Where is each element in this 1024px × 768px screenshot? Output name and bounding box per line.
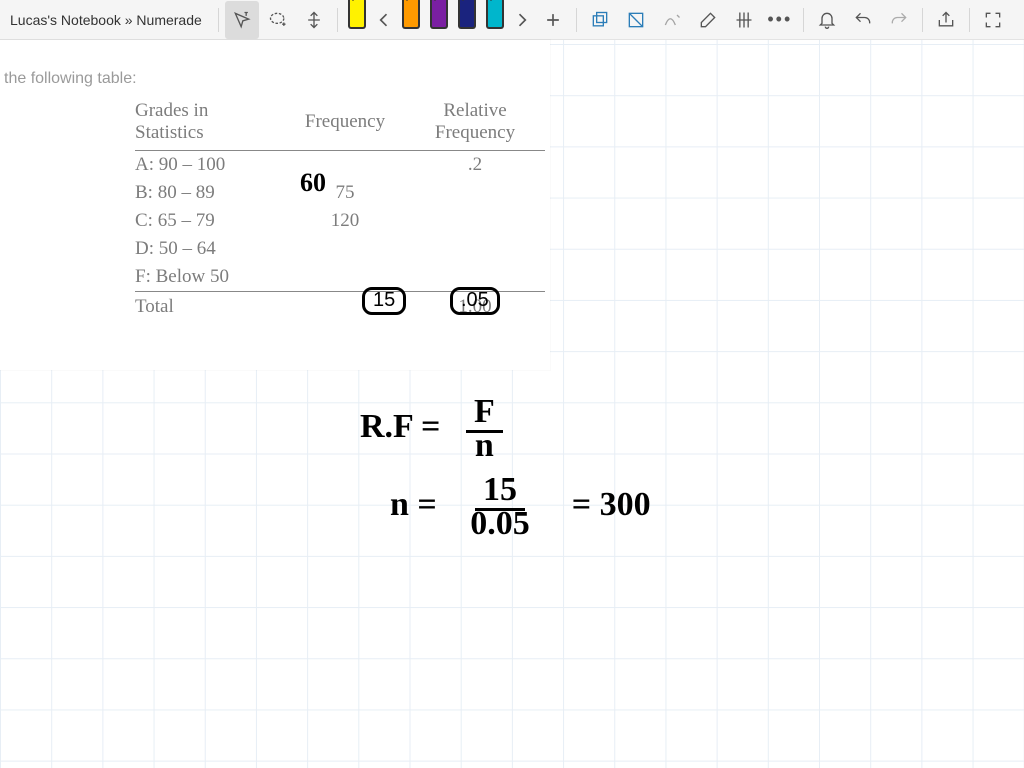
col-frequency-header: Frequency — [280, 111, 410, 133]
separator — [576, 8, 577, 32]
bell-icon[interactable] — [810, 1, 844, 39]
work-rf-label: R.F = — [360, 408, 440, 445]
rect-stack-icon[interactable] — [583, 1, 617, 39]
canvas[interactable]: the following table: Grades inStatistics… — [0, 40, 1024, 768]
highlighter-purple[interactable] — [426, 1, 452, 39]
chevron-left-icon[interactable] — [372, 1, 396, 39]
col-grades-header: Grades inStatistics — [135, 100, 280, 144]
highlighter-yellow[interactable] — [344, 1, 370, 39]
handwritten-work: R.F = F n n = 15 0.05 = 300 — [360, 395, 651, 541]
cursor-text-icon[interactable] — [225, 1, 259, 39]
highlighter-navy[interactable] — [454, 1, 480, 39]
chevron-right-icon[interactable] — [510, 1, 534, 39]
undo-icon[interactable] — [846, 1, 880, 39]
note-icon[interactable] — [619, 1, 653, 39]
eraser-icon[interactable] — [691, 1, 725, 39]
circled-relfreq-f: .05 — [450, 287, 500, 315]
separator — [969, 8, 970, 32]
problem-slide: the following table: Grades inStatistics… — [0, 40, 550, 370]
separator — [218, 8, 219, 32]
table-row: C: 65 – 79120 — [135, 207, 545, 235]
ink-recognize-icon[interactable] — [655, 1, 689, 39]
separator — [922, 8, 923, 32]
redo-icon[interactable] — [882, 1, 916, 39]
more-icon[interactable]: ••• — [763, 1, 797, 39]
table-row: A: 90 – 100.2 — [135, 151, 545, 179]
pan-vertical-icon[interactable] — [297, 1, 331, 39]
lasso-add-icon[interactable] — [261, 1, 295, 39]
plus-icon[interactable] — [536, 1, 570, 39]
separator — [803, 8, 804, 32]
circled-freq-f: 15 — [362, 287, 406, 315]
notebook-title: Lucas's Notebook » Numerade — [6, 12, 212, 28]
col-relfreq-header: RelativeFrequency — [410, 100, 540, 144]
highlighter-cyan[interactable] — [482, 1, 508, 39]
share-icon[interactable] — [929, 1, 963, 39]
prompt-text: the following table: — [0, 40, 550, 88]
table-row: B: 80 – 8975 — [135, 179, 545, 207]
separator — [337, 8, 338, 32]
handwritten-freq-a: 60 — [300, 168, 326, 198]
highlighter-orange[interactable] — [398, 1, 424, 39]
work-result: = 300 — [572, 486, 651, 523]
work-n-label: n = — [390, 486, 437, 523]
table-row: D: 50 – 64 — [135, 235, 545, 263]
toolbar: Lucas's Notebook » Numerade ••• — [0, 0, 1024, 40]
fullscreen-icon[interactable] — [976, 1, 1010, 39]
ruler-grid-icon[interactable] — [727, 1, 761, 39]
